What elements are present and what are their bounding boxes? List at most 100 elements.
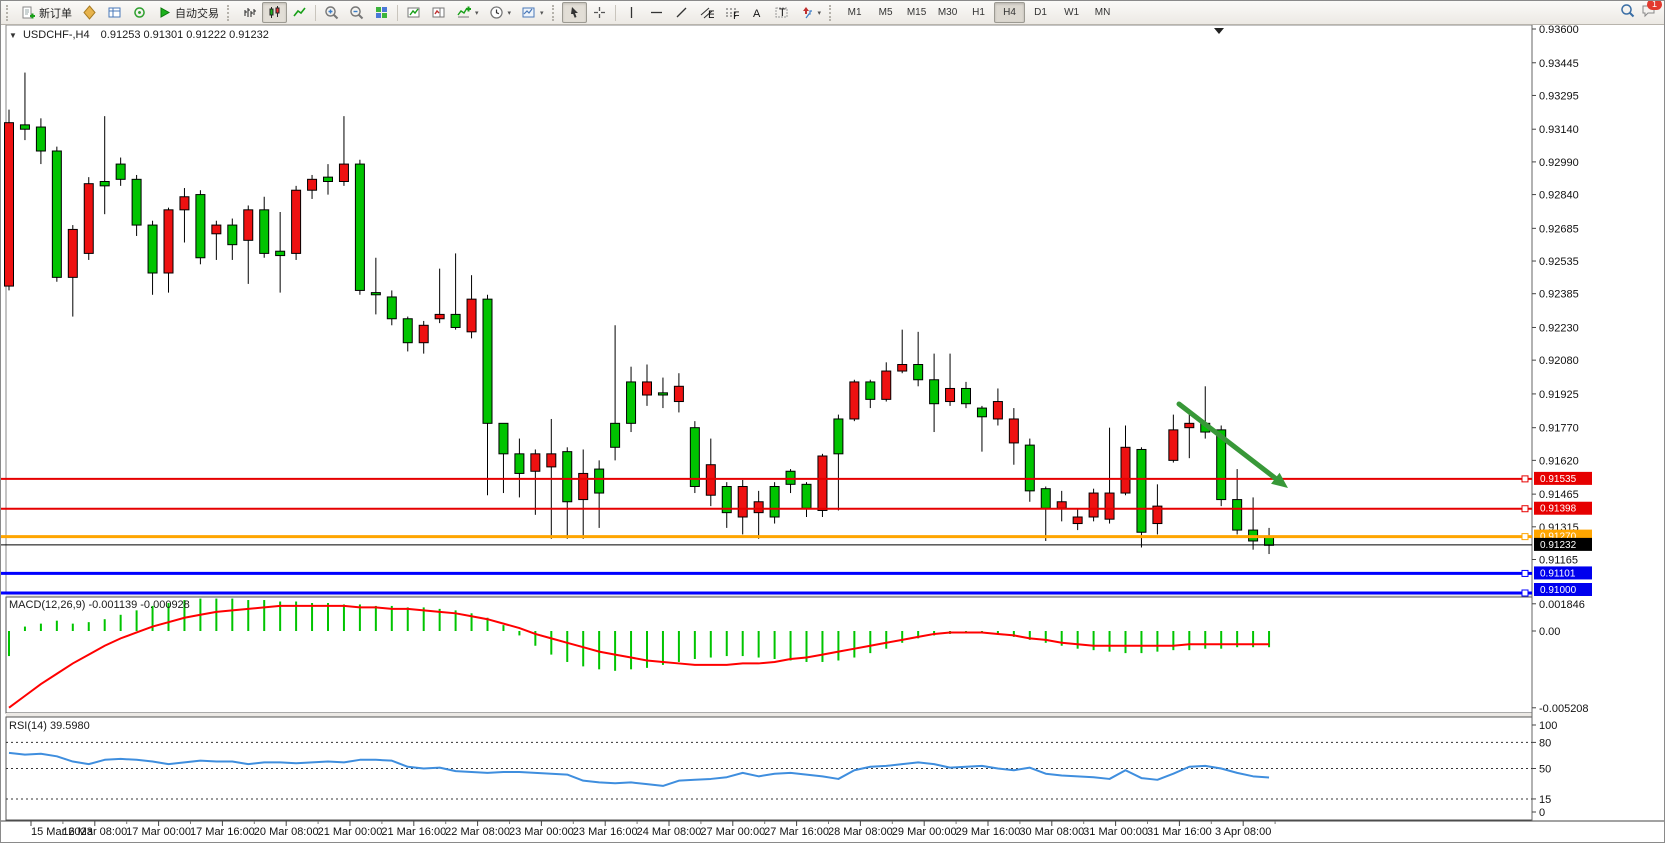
candle-body xyxy=(914,365,923,380)
timeframe-h4-button[interactable]: H4 xyxy=(994,2,1025,23)
hline-handle[interactable] xyxy=(1522,590,1528,596)
candle-body xyxy=(132,179,141,225)
templates-icon[interactable]: ▾ xyxy=(516,2,549,23)
autotrading-button[interactable]: 自动交易 xyxy=(152,2,224,23)
candle-body xyxy=(818,456,827,510)
market-watch-icon[interactable] xyxy=(77,2,102,23)
search-glyph xyxy=(1620,3,1635,18)
chart-candles-glyph xyxy=(267,5,282,20)
candle-body xyxy=(68,229,77,277)
candle-body xyxy=(563,452,572,502)
candle-body xyxy=(164,210,173,273)
candle-body xyxy=(355,164,364,290)
candle-body xyxy=(866,382,875,399)
tile-windows-icon[interactable] xyxy=(369,2,394,23)
vertical-line-icon[interactable] xyxy=(619,2,644,23)
dropdown-caret-icon[interactable]: ▾ xyxy=(818,9,822,17)
zoom-out-icon[interactable] xyxy=(344,2,369,23)
rsi-tick-label: 15 xyxy=(1539,794,1551,806)
timeframe-mn-button[interactable]: MN xyxy=(1087,2,1118,23)
timeframe-m1-button[interactable]: M1 xyxy=(839,2,870,23)
price-badge-label: 0.91232 xyxy=(1540,540,1577,551)
line-chart-icon[interactable] xyxy=(287,2,312,23)
timeframe-m5-button[interactable]: M5 xyxy=(870,2,901,23)
candle-body xyxy=(36,127,45,151)
time-tick-label: 29 Mar 00:00 xyxy=(892,826,957,838)
search-icon[interactable] xyxy=(1620,3,1635,23)
time-tick-label: 23 Mar 16:00 xyxy=(573,826,638,838)
chart-canvas[interactable]: 0.936000.934450.932950.931400.929900.928… xyxy=(1,1,1665,843)
price-tick-label: 0.92535 xyxy=(1539,256,1579,268)
cursor-icon[interactable] xyxy=(562,2,587,23)
arrows-icon[interactable]: ▾ xyxy=(794,2,827,23)
timeframe-h1-button[interactable]: H1 xyxy=(963,2,994,23)
add-indicator-icon[interactable]: ▾ xyxy=(451,2,484,23)
toolbar-separator xyxy=(615,5,616,21)
new-order-glyph xyxy=(21,5,36,20)
template-glyph xyxy=(521,5,536,20)
hline-handle[interactable] xyxy=(1522,570,1528,576)
candle-body xyxy=(770,487,779,518)
hline-handle[interactable] xyxy=(1522,534,1528,540)
zoom-out-glyph xyxy=(349,5,364,20)
toolbar-grip[interactable] xyxy=(227,5,234,21)
candle-body xyxy=(435,314,444,318)
timeframe-m30-button[interactable]: M30 xyxy=(932,2,963,23)
candle-body xyxy=(1137,449,1146,532)
timeframe-w1-button[interactable]: W1 xyxy=(1056,2,1087,23)
periods-icon[interactable]: ▾ xyxy=(484,2,517,23)
zoom-in-glyph xyxy=(324,5,339,20)
candlestick-chart-icon[interactable] xyxy=(262,2,287,23)
price-badge-label: 0.91000 xyxy=(1540,585,1577,596)
dropdown-caret-icon[interactable]: ▾ xyxy=(475,9,479,17)
trendline-icon[interactable] xyxy=(669,2,694,23)
toolbar-grip[interactable] xyxy=(6,5,13,21)
chart-shift-icon[interactable] xyxy=(426,2,451,23)
candle-body xyxy=(834,419,843,454)
macd-tick-label: 0.001846 xyxy=(1539,599,1585,611)
auto-arrange-icon[interactable] xyxy=(401,2,426,23)
timeframe-m15-button[interactable]: M15 xyxy=(901,2,932,23)
dropdown-caret-icon[interactable]: ▾ xyxy=(508,9,512,17)
candle-body xyxy=(1025,445,1034,491)
mt4-window: 新订单自动交易▾▾▾EFAT▾M1M5M15M30H1H4D1W1MN1 ▼ U… xyxy=(0,0,1665,843)
notifications-icon[interactable]: 1 xyxy=(1641,3,1656,23)
toolbar: 新订单 自动交易 ▾ ▾ ▾ EFAT ▾ M1M5M15M30H1H4D1W1MN 1 xyxy=(1,1,1664,25)
candle-body xyxy=(244,210,253,241)
candle-body xyxy=(930,380,939,404)
text-label-icon[interactable]: T xyxy=(769,2,794,23)
timeframe-d1-button[interactable]: D1 xyxy=(1025,2,1056,23)
candle-body xyxy=(674,386,683,401)
navigator-icon[interactable] xyxy=(127,2,152,23)
text-icon[interactable]: A xyxy=(744,2,769,23)
equidistant-channel-icon[interactable]: E xyxy=(694,2,719,23)
bar-chart-icon[interactable] xyxy=(237,2,262,23)
candle-body xyxy=(228,225,237,245)
time-tick-label: 17 Mar 00:00 xyxy=(126,826,191,838)
data-window-icon[interactable] xyxy=(102,2,127,23)
fibonacci-icon[interactable]: F xyxy=(719,2,744,23)
candle-body xyxy=(339,164,348,181)
new-order-button-label: 新订单 xyxy=(39,5,72,21)
price-tick-label: 0.93600 xyxy=(1539,24,1579,36)
candle-body xyxy=(1089,493,1098,517)
toolbar-grip[interactable] xyxy=(829,5,836,21)
zoom-in-icon[interactable] xyxy=(319,2,344,23)
new-order-button[interactable]: 新订单 xyxy=(16,2,77,23)
dropdown-caret-icon[interactable]: ▾ xyxy=(540,9,544,17)
price-tick-label: 0.92840 xyxy=(1539,190,1579,202)
arrows-glyph xyxy=(799,5,814,20)
time-tick-label: 16 Mar 08:00 xyxy=(62,826,127,838)
macd-pane[interactable] xyxy=(6,597,1532,713)
price-tick-label: 0.92385 xyxy=(1539,289,1579,301)
crosshair-icon[interactable] xyxy=(587,2,612,23)
horizontal-line-icon[interactable] xyxy=(644,2,669,23)
candle-body xyxy=(483,299,492,423)
rsi-pane[interactable] xyxy=(6,717,1532,820)
pane-splitter[interactable] xyxy=(6,713,1532,717)
toolbar-grip[interactable] xyxy=(552,5,559,21)
price-pane[interactable] xyxy=(6,25,1532,592)
hline-handle[interactable] xyxy=(1522,476,1528,482)
price-tick-label: 0.91925 xyxy=(1539,389,1579,401)
hline-handle[interactable] xyxy=(1522,506,1528,512)
